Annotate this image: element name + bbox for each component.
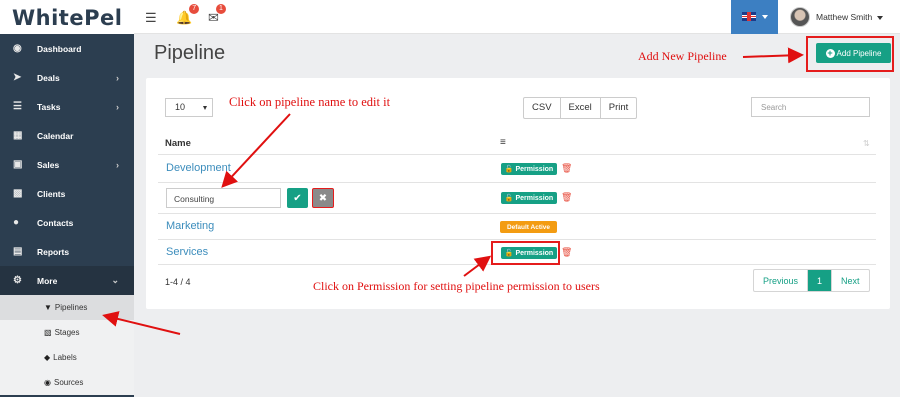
pipeline-name-link[interactable]: Marketing: [166, 220, 214, 232]
sidebar-item-reports[interactable]: ▤ Reports: [0, 237, 134, 266]
per-page-select[interactable]: 10: [165, 98, 213, 117]
cancel-edit-button[interactable]: ✖: [312, 188, 334, 208]
sidebar-item-more[interactable]: ⚙ More ⌄: [0, 266, 134, 295]
column-menu-icon[interactable]: ≡: [500, 137, 506, 148]
sidebar-item-sales[interactable]: ▣ Sales ›: [0, 150, 134, 179]
per-page-value: 10: [175, 102, 186, 112]
print-button[interactable]: Print: [601, 98, 637, 118]
sidebar-item-label: Labels: [53, 353, 77, 362]
gear-icon: ⚙: [13, 275, 22, 286]
confirm-edit-button[interactable]: ✔: [287, 188, 308, 208]
pipeline-name-link[interactable]: Development: [166, 162, 231, 174]
column-header-name[interactable]: Name: [165, 138, 191, 149]
messages-badge: 1: [216, 4, 226, 14]
permission-button[interactable]: 🔓 Permission: [501, 163, 557, 175]
annotation-add-new: Add New Pipeline: [638, 49, 727, 63]
user-caret-down-icon[interactable]: [877, 16, 883, 20]
language-dropdown[interactable]: [731, 0, 778, 34]
pipeline-name-link[interactable]: Services: [166, 246, 208, 258]
sidebar-item-clients[interactable]: ▩ Clients: [0, 179, 134, 208]
users-icon: ●: [13, 217, 20, 228]
notifications-bell-icon[interactable]: 🔔 7: [176, 4, 200, 26]
building-icon: ▩: [13, 188, 23, 199]
messages-envelope-icon[interactable]: ✉ 1: [208, 4, 226, 26]
calendar-icon: ▦: [13, 130, 23, 141]
table-divider: [158, 154, 876, 155]
arrow-to-add-button: [742, 47, 804, 64]
annotation-click-name: Click on pipeline name to edit it: [229, 95, 391, 109]
permission-button[interactable]: 🔓 Permission: [501, 192, 557, 204]
table-divider: [158, 239, 876, 240]
chart-icon: ▤: [13, 246, 23, 257]
sidebar-item-calendar[interactable]: ▦ Calendar: [0, 121, 134, 150]
caret-down-icon: [762, 15, 768, 19]
table-divider: [158, 213, 876, 214]
search-input[interactable]: Search: [751, 97, 870, 117]
sidebar-item-label: Tasks: [37, 101, 61, 112]
trash-icon[interactable]: 🗑: [561, 247, 572, 258]
permission-label: Permission: [515, 165, 554, 173]
sidebar-item-sources[interactable]: ◉ Sources: [0, 370, 134, 395]
page-1-button[interactable]: 1: [808, 270, 833, 291]
caret-down-icon: [203, 106, 207, 110]
sidebar: ◉ Dashboard ➤ Deals › ☰ Tasks › ▦ Calendar ▣ Sa…: [0, 34, 134, 397]
sidebar-subnav: ▼ Pipelines ▧ Stages ◆ Labels ◉ Sources: [0, 295, 134, 395]
trash-icon[interactable]: 🗑: [561, 192, 572, 203]
sidebar-item-label: Clients: [37, 188, 66, 199]
add-button-highlight-box: [806, 36, 894, 72]
chevron-right-icon: ›: [116, 72, 119, 83]
sitemap-icon: ▧: [44, 328, 52, 337]
sidebar-item-label: Sales: [37, 159, 60, 170]
sidebar-item-tasks[interactable]: ☰ Tasks ›: [0, 92, 134, 121]
brand-logo[interactable]: WhitePel: [0, 0, 134, 34]
sidebar-item-pipelines[interactable]: ▼ Pipelines: [0, 295, 134, 320]
page-title: Pipeline: [154, 42, 226, 64]
sidebar-item-label: Calendar: [37, 130, 74, 141]
default-active-badge: Default Active: [500, 221, 557, 233]
pagination: Previous 1 Next: [753, 269, 870, 292]
rocket-icon: ➤: [13, 72, 22, 83]
permission-highlight-box: [491, 241, 560, 265]
chevron-down-icon: ⌄: [111, 275, 119, 285]
sidebar-item-contacts[interactable]: ● Contacts: [0, 208, 134, 237]
top-bar: WhitePel ☰ 🔔 7 ✉ 1 Matthew Smith: [0, 0, 900, 34]
tasks-icon: ☰: [13, 101, 22, 112]
notifications-badge: 7: [189, 4, 200, 14]
sidebar-item-label: Deals: [37, 72, 60, 83]
previous-page-button[interactable]: Previous: [754, 270, 809, 291]
sidebar-item-label: Sources: [53, 378, 84, 387]
chevron-right-icon: ›: [116, 159, 119, 170]
sidebar-item-label: Dashboard: [37, 43, 82, 54]
sidebar-item-label: Contacts: [37, 217, 74, 228]
eye-icon: ◉: [44, 378, 51, 387]
permission-label: Permission: [515, 194, 554, 202]
uk-flag-icon: [742, 12, 756, 21]
sidebar-item-label: Pipelines: [54, 303, 88, 312]
sidebar-item-label: Stages: [54, 328, 80, 337]
dashboard-icon: ◉: [13, 43, 22, 54]
sidebar-item-dashboard[interactable]: ◉ Dashboard: [0, 34, 134, 63]
table-divider: [158, 182, 876, 183]
next-page-button[interactable]: Next: [832, 270, 869, 291]
user-name[interactable]: Matthew Smith: [816, 12, 872, 22]
sort-icon[interactable]: ⇅: [863, 139, 870, 148]
menu-icon[interactable]: ☰: [145, 10, 157, 26]
sidebar-item-deals[interactable]: ➤ Deals ›: [0, 63, 134, 92]
excel-button[interactable]: Excel: [561, 98, 601, 118]
sidebar-item-label: Reports: [37, 246, 70, 257]
filter-icon: ▼: [44, 303, 52, 312]
sidebar-item-labels[interactable]: ◆ Labels: [0, 345, 134, 370]
sidebar-item-stages[interactable]: ▧ Stages: [0, 320, 134, 345]
annotation-click-permission: Click on Permission for setting pipeline…: [313, 279, 600, 293]
trash-icon[interactable]: 🗑: [561, 163, 572, 174]
sidebar-item-label: More: [37, 275, 58, 286]
tag-icon: ◆: [44, 353, 51, 362]
export-button-group: CSV Excel Print: [523, 97, 638, 119]
cart-icon: ▣: [13, 159, 23, 170]
csv-button[interactable]: CSV: [524, 98, 561, 118]
records-count: 1-4 / 4: [165, 277, 191, 287]
avatar[interactable]: [790, 7, 810, 27]
pipeline-name-edit-input[interactable]: Consulting: [166, 188, 281, 208]
chevron-right-icon: ›: [116, 101, 119, 112]
